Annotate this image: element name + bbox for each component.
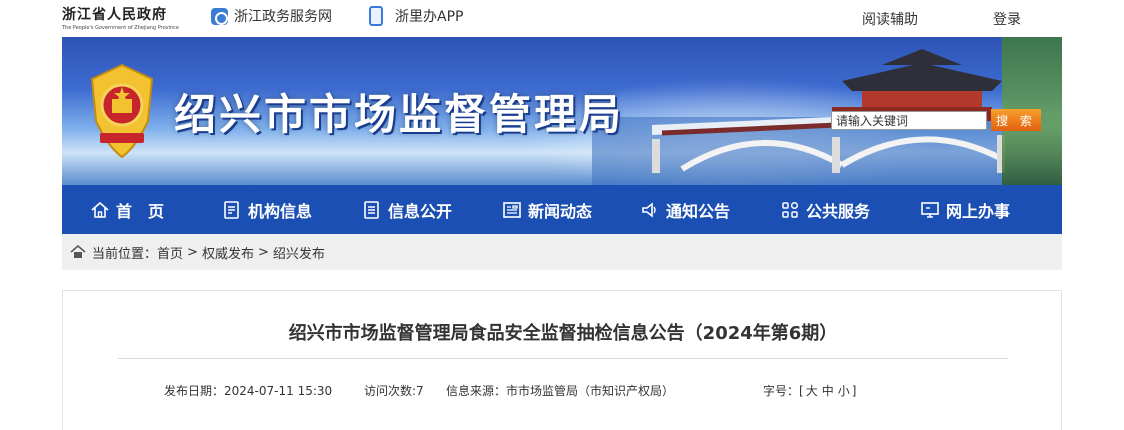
document-list-icon [224,200,239,219]
zjzwfw-link[interactable]: 浙江政务服务网 [211,6,332,26]
nav-label-public-service: 公共服务 [806,201,871,221]
zjzwfw-label: 浙江政务服务网 [234,9,332,25]
main-nav: 首 页 机构信息 信息公开 新闻动态 通知公告 公共服务 网上办事 [62,185,1062,234]
phone-icon [369,6,383,26]
gov-logo[interactable]: 浙江省人民政府 The People's Government of Zheji… [62,4,192,34]
breadcrumb-home[interactable]: 首页 [157,243,183,262]
font-size-large[interactable]: 大 [806,384,818,398]
speaker-icon [642,201,656,218]
nav-label-info-public: 信息公开 [388,201,453,221]
source-value: 市市场监管局（市知识产权局） [506,384,675,398]
visit-count: 访问次数:7 [364,382,424,399]
nav-item-online-service[interactable]: 网上办事 [920,185,1010,234]
breadcrumb-separator: > [187,244,198,260]
visits-label: 访问次数: [364,384,417,398]
publish-date: 发布日期：2024-07-11 15:30 [164,382,332,399]
nav-label-notices: 通知公告 [666,201,731,221]
font-size-label: 字号：[ [763,384,804,398]
home-icon [91,201,109,218]
font-size-close: ] [851,384,857,398]
breadcrumb-prefix: 当前位置： [92,246,158,262]
nav-label-org-info: 机构信息 [248,201,313,221]
zlb-app-label: 浙里办APP [395,9,464,25]
info-source: 信息来源：市市场监管局（市知识产权局） [446,382,674,399]
publish-label: 发布日期： [164,384,225,398]
nav-item-news[interactable]: 新闻动态 [502,185,592,234]
header-banner: 绍兴市市场监督管理局 搜 索 [62,37,1062,185]
police-badge-icon [90,63,154,159]
top-utility-bar: 浙江省人民政府 The People's Government of Zheji… [0,0,1124,37]
document-icon [364,200,379,219]
nav-item-public-service[interactable]: 公共服务 [780,185,870,234]
article-title: 绍兴市市场监督管理局食品安全监督抽检信息公告（2024年第6期） [288,323,838,344]
breadcrumb-separator: > [257,244,269,260]
accessibility-link[interactable]: 阅读辅助 [862,9,918,29]
monitor-icon [921,201,939,218]
zjzwfw-icon [211,7,228,25]
nav-label-online-service: 网上办事 [946,201,1011,221]
breadcrumb-shaoxing[interactable]: 绍兴发布 [273,243,325,262]
source-label: 信息来源： [446,384,507,398]
article-panel: 绍兴市市场监督管理局食品安全监督抽检信息公告（2024年第6期） 发布日期：20… [62,290,1062,430]
zlb-app-link[interactable]: 浙里办APP [369,6,463,26]
breadcrumb: 当前位置： 首页 > 权威发布 > 绍兴发布 [62,234,1062,270]
grid-icon [782,201,799,218]
nav-label-news: 新闻动态 [528,201,593,221]
visits-value: 7 [416,384,424,398]
nav-item-org-info[interactable]: 机构信息 [222,185,312,234]
nav-item-home[interactable]: 首 页 [90,185,164,234]
nav-item-info-public[interactable]: 信息公开 [362,185,452,234]
banner-title: 绍兴市市场监督管理局 [174,90,625,139]
font-size-medium[interactable]: 中 [822,384,834,398]
home-icon [70,245,86,258]
font-size-small[interactable]: 小 [838,384,850,398]
nav-item-notices[interactable]: 通知公告 [640,185,730,234]
login-link[interactable]: 登录 [993,9,1021,29]
search-button[interactable]: 搜 索 [991,109,1041,131]
breadcrumb-authority[interactable]: 权威发布 [202,243,254,262]
publish-value: 2024-07-11 15:30 [224,384,333,398]
font-size-control: 字号：[大中小] [763,382,856,399]
newspaper-icon [503,201,521,218]
nav-label-home: 首 页 [116,201,165,221]
search-input[interactable] [831,111,987,130]
gov-name-en: The People's Government of Zhejiang Prov… [62,25,179,31]
title-divider [118,358,1008,359]
gov-name: 浙江省人民政府 [62,7,167,23]
